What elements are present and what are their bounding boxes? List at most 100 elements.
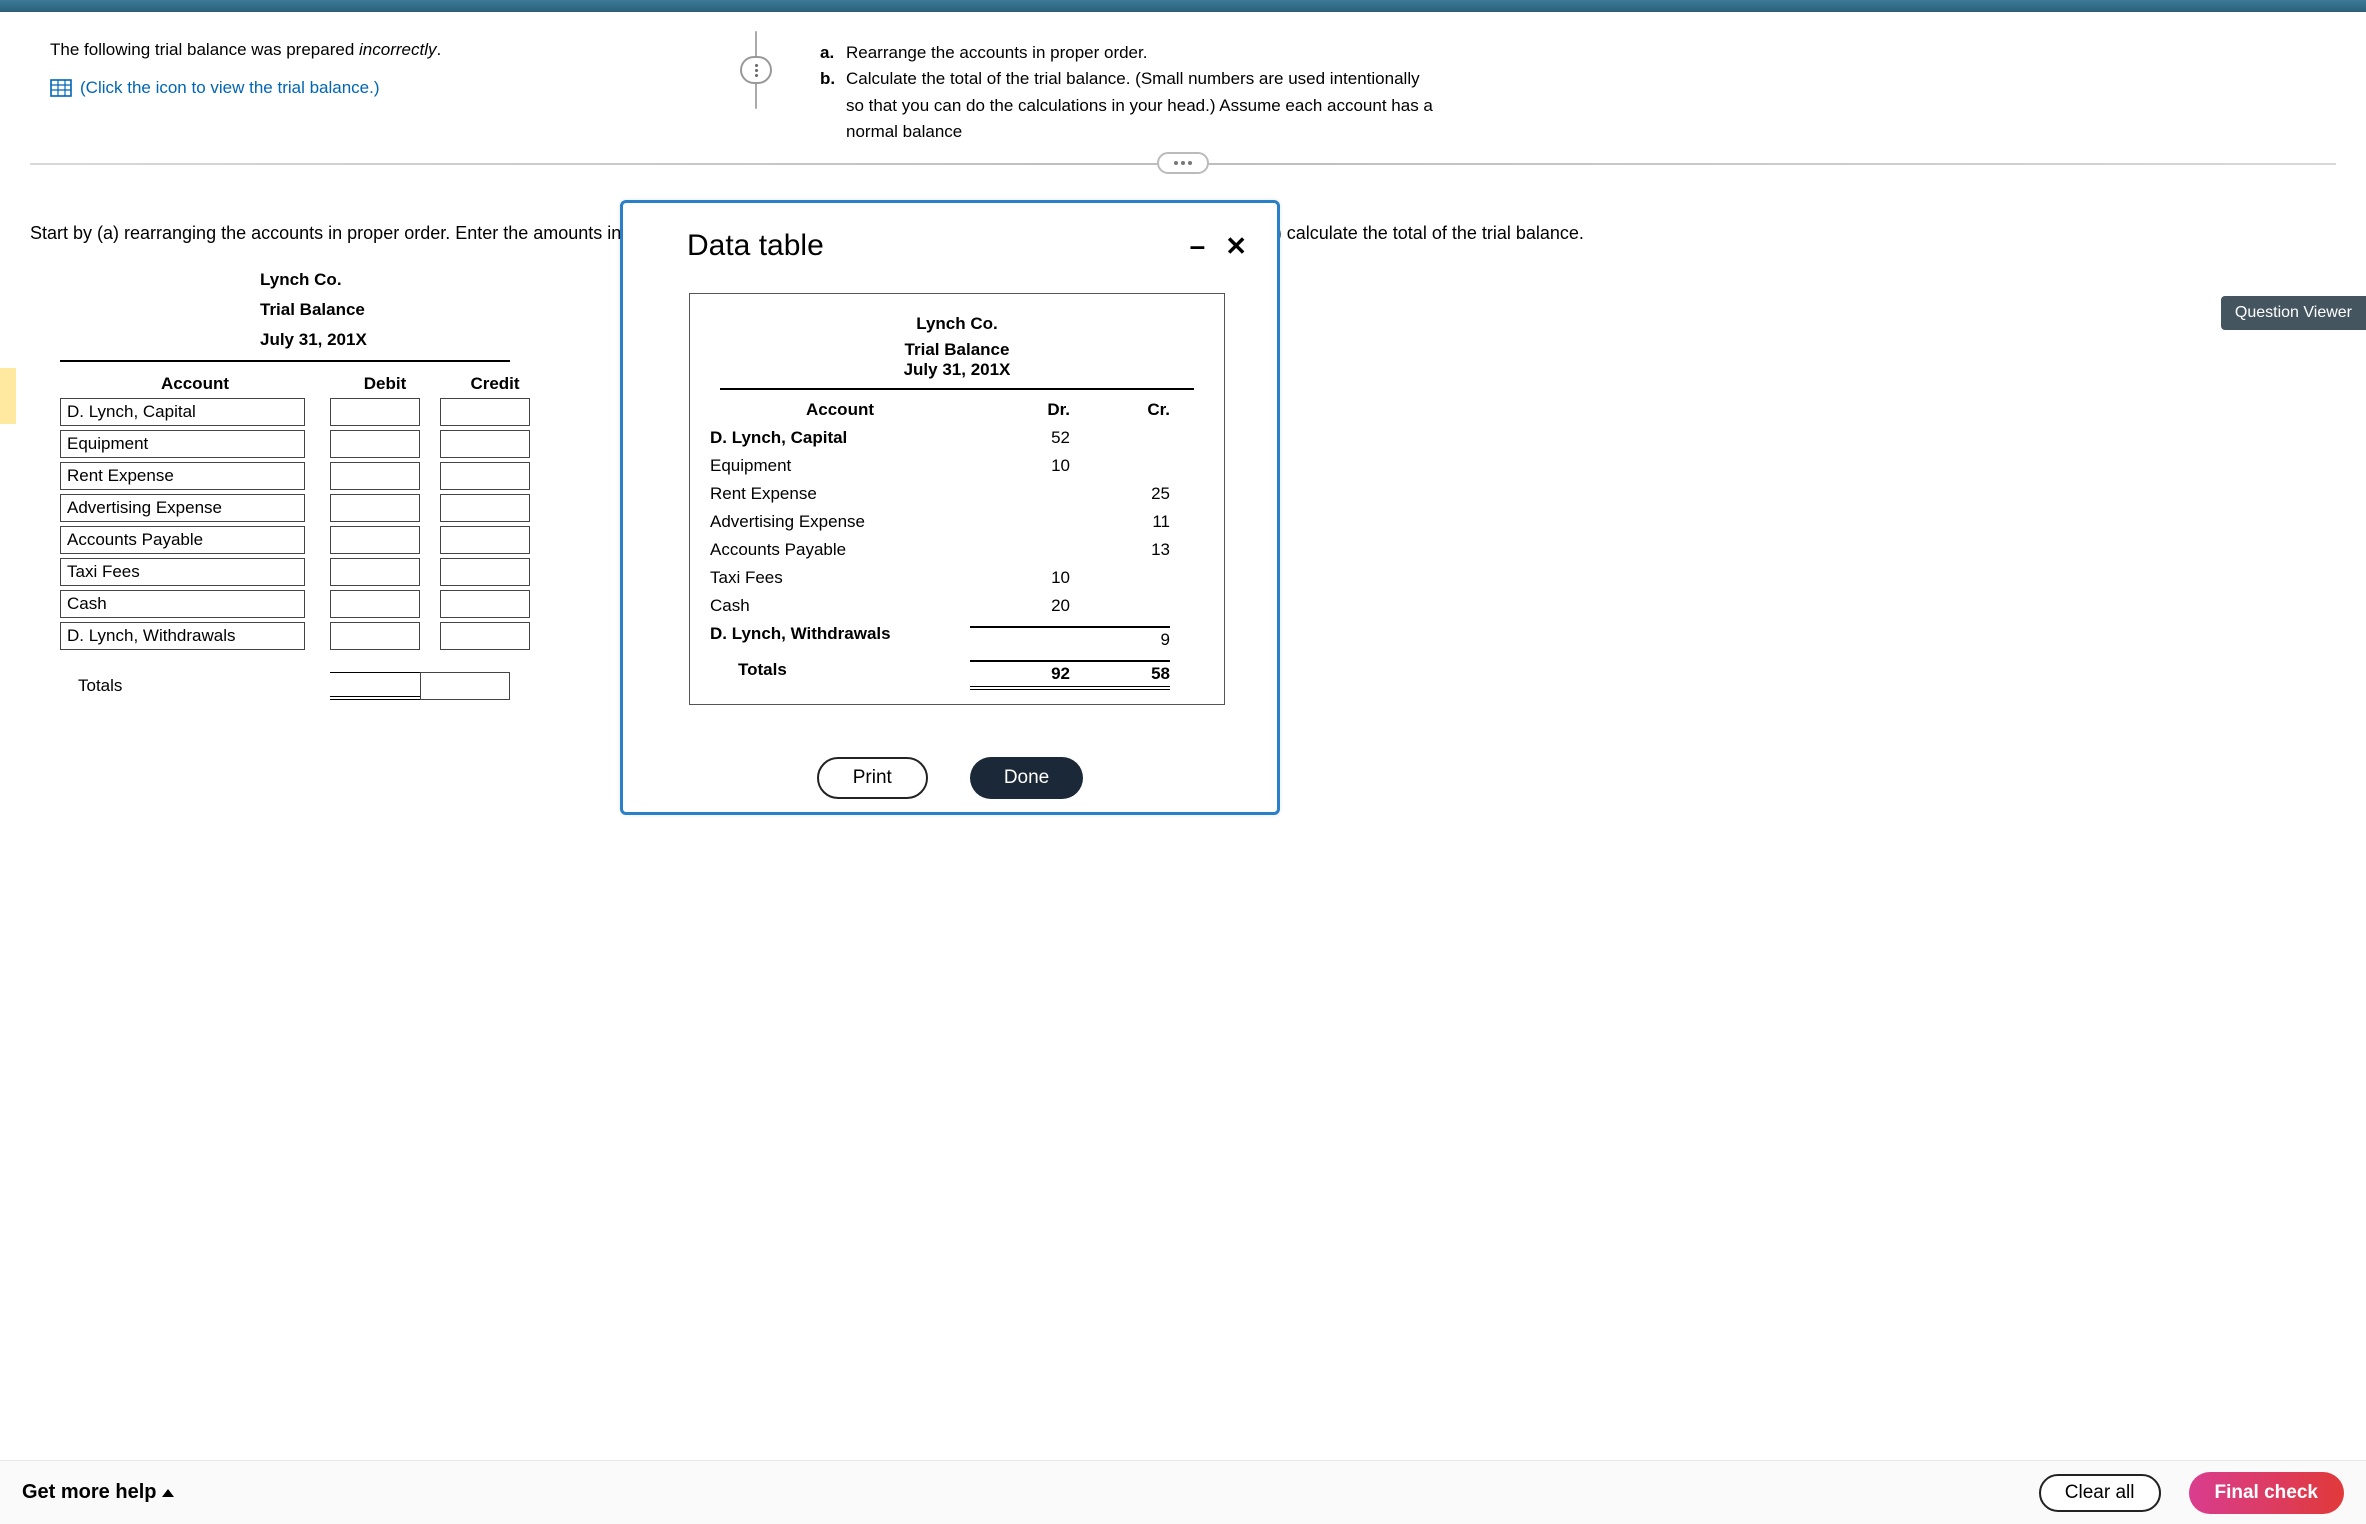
data-table-modal: Data table – ✕ Lynch Co. Trial Balance J…	[620, 200, 1280, 815]
col-account: Account	[60, 374, 330, 394]
modal-title: Data table	[687, 229, 824, 263]
header-left: The following trial balance was prepared…	[50, 40, 750, 145]
dt-dr	[970, 484, 1070, 504]
trial-balance-worksheet: Lynch Co. Trial Balance July 31, 201X Ac…	[60, 270, 660, 700]
credit-input[interactable]	[440, 526, 530, 554]
intro-em: incorrectly	[359, 40, 436, 59]
dt-row: D. Lynch, Withdrawals9	[710, 624, 1204, 650]
credit-input[interactable]	[440, 494, 530, 522]
tb-row: D. Lynch, Capital	[60, 398, 660, 426]
caret-up-icon	[162, 1489, 174, 1497]
dt-dr: 10	[970, 568, 1070, 588]
credit-input[interactable]	[440, 398, 530, 426]
debit-input[interactable]	[330, 398, 420, 426]
req-b-marker: b.	[820, 66, 846, 145]
debit-input[interactable]	[330, 494, 420, 522]
account-select[interactable]: Equipment	[60, 430, 305, 458]
dt-total-cr: 58	[1070, 660, 1170, 690]
tb-row: Cash	[60, 590, 660, 618]
dt-col-account: Account	[710, 400, 970, 420]
account-select[interactable]: Advertising Expense	[60, 494, 305, 522]
close-icon[interactable]: ✕	[1225, 233, 1247, 259]
dt-row: Accounts Payable 13	[710, 540, 1204, 560]
dt-account: Equipment	[710, 456, 970, 476]
question-viewer-tab[interactable]: Question Viewer	[2221, 296, 2366, 330]
data-table-box: Lynch Co. Trial Balance July 31, 201X Ac…	[689, 293, 1225, 705]
drag-handle-icon[interactable]	[740, 56, 772, 84]
dt-date: July 31, 201X	[904, 360, 1011, 379]
window-titlebar	[0, 0, 2366, 12]
vertical-separator	[738, 30, 774, 110]
col-credit: Credit	[440, 374, 550, 394]
dt-cr	[1070, 428, 1170, 448]
credit-input[interactable]	[440, 558, 530, 586]
totals-label: Totals	[60, 676, 330, 696]
tb-row: Accounts Payable	[60, 526, 660, 554]
dt-account: Accounts Payable	[710, 540, 970, 560]
account-select[interactable]: D. Lynch, Capital	[60, 398, 305, 426]
tb-date: July 31, 201X	[60, 330, 510, 362]
dt-account: D. Lynch, Withdrawals	[710, 624, 970, 650]
dt-dr: 10	[970, 456, 1070, 476]
dt-cr: 13	[1070, 540, 1170, 560]
tb-title: Trial Balance	[60, 300, 660, 320]
dt-dr	[970, 540, 1070, 560]
debit-input[interactable]	[330, 590, 420, 618]
account-select[interactable]: D. Lynch, Withdrawals	[60, 622, 305, 650]
debit-input[interactable]	[330, 430, 420, 458]
modal-footer: Print Done	[623, 757, 1277, 799]
minimize-icon[interactable]: –	[1190, 232, 1206, 260]
link-text[interactable]: (Click the icon to view the trial balanc…	[80, 78, 380, 98]
debit-input[interactable]	[330, 526, 420, 554]
totals-credit-input[interactable]	[420, 672, 510, 700]
done-button[interactable]: Done	[970, 757, 1083, 799]
dt-cr	[1070, 456, 1170, 476]
dt-cr	[1070, 568, 1170, 588]
final-check-button[interactable]: Final check	[2189, 1472, 2345, 1514]
dt-total-dr: 92	[970, 660, 1070, 690]
credit-input[interactable]	[440, 462, 530, 490]
credit-input[interactable]	[440, 430, 530, 458]
account-select[interactable]: Taxi Fees	[60, 558, 305, 586]
tb-row: Rent Expense	[60, 462, 660, 490]
expand-handle-icon[interactable]	[1157, 152, 1209, 174]
intro-text: The following trial balance was prepared…	[50, 40, 750, 60]
account-select[interactable]: Rent Expense	[60, 462, 305, 490]
dt-dr: 52	[970, 428, 1070, 448]
debit-input[interactable]	[330, 558, 420, 586]
get-more-help-button[interactable]: Get more help	[22, 1481, 174, 1504]
req-a-marker: a.	[820, 40, 846, 66]
tb-row: D. Lynch, Withdrawals	[60, 622, 660, 650]
view-trial-balance-link[interactable]: (Click the icon to view the trial balanc…	[50, 78, 750, 98]
debit-input[interactable]	[330, 462, 420, 490]
account-select[interactable]: Accounts Payable	[60, 526, 305, 554]
dt-account: Cash	[710, 596, 970, 616]
question-header: The following trial balance was prepared…	[0, 12, 2366, 163]
account-select[interactable]: Cash	[60, 590, 305, 618]
dt-dr	[970, 512, 1070, 532]
dt-row: Cash20	[710, 596, 1204, 616]
requirements-list: a. Rearrange the accounts in proper orde…	[820, 40, 1440, 145]
print-button[interactable]: Print	[817, 757, 928, 799]
dt-cr: 11	[1070, 512, 1170, 532]
dt-dr	[970, 624, 1070, 650]
dt-totals-label: Totals	[710, 660, 970, 690]
dt-subtitle: Trial Balance	[710, 340, 1204, 360]
dt-company: Lynch Co.	[710, 314, 1204, 334]
intro-pre: The following trial balance was prepared	[50, 40, 359, 59]
credit-input[interactable]	[440, 590, 530, 618]
tb-row: Taxi Fees	[60, 558, 660, 586]
tb-company: Lynch Co.	[60, 270, 660, 290]
modal-header: Data table – ✕	[623, 203, 1277, 281]
debit-input[interactable]	[330, 622, 420, 650]
dt-col-cr: Cr.	[1070, 400, 1170, 420]
dt-row: Equipment10	[710, 456, 1204, 476]
tb-row: Advertising Expense	[60, 494, 660, 522]
tb-totals-row: Totals	[60, 672, 660, 700]
dt-totals-row: Totals 92 58	[710, 660, 1204, 690]
dt-account: Rent Expense	[710, 484, 970, 504]
intro-post: .	[436, 40, 441, 59]
clear-all-button[interactable]: Clear all	[2039, 1474, 2161, 1512]
credit-input[interactable]	[440, 622, 530, 650]
col-debit: Debit	[330, 374, 440, 394]
